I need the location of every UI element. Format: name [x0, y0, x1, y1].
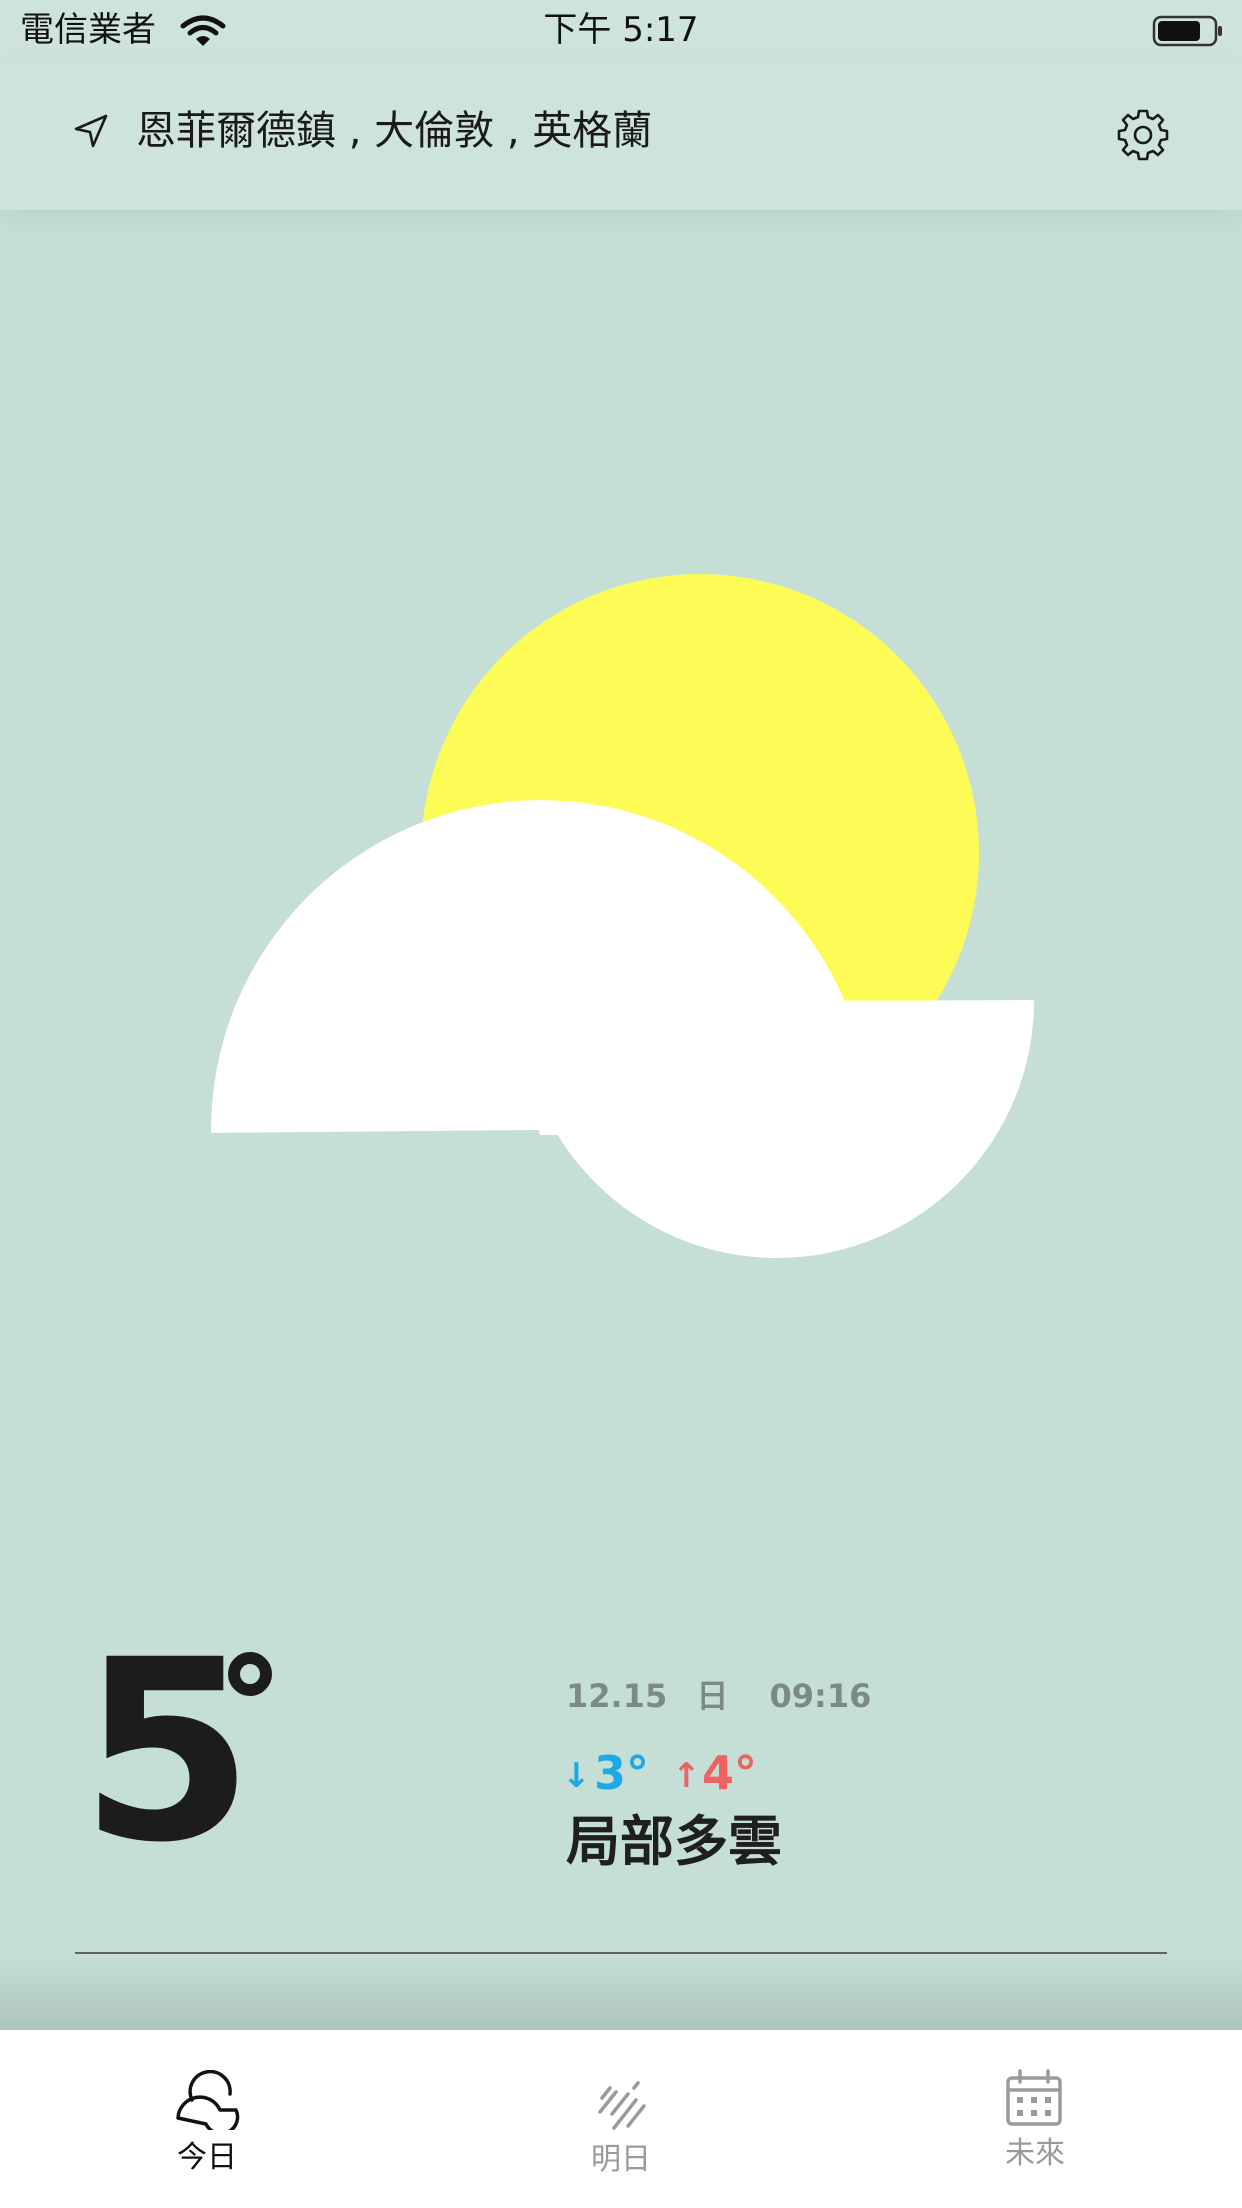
cloud-bridge-shape [520, 1002, 860, 1135]
tab-label-today: 今日 [177, 2140, 237, 2175]
current-temperature: 5 [80, 1606, 254, 1897]
weather-illustration [211, 574, 1035, 1259]
gear-icon [1117, 109, 1169, 161]
low-temperature: 3° [594, 1746, 650, 1800]
status-bar: 電信業者 下午 5:17 [0, 0, 1242, 62]
cloud-sun-icon [176, 2070, 240, 2130]
status-time: 下午 5:17 [543, 10, 699, 50]
high-temperature: 4° [702, 1746, 758, 1800]
update-time: 09:16 [769, 1677, 872, 1715]
location-arrow-icon [74, 114, 108, 148]
date: 12.15 [566, 1677, 668, 1715]
tab-label-future: 未來 [1005, 2136, 1065, 2171]
tab-today[interactable]: 今日 [0, 2030, 414, 2208]
location-name[interactable]: 恩菲爾德鎮 , 大倫敦 , 英格蘭 [136, 106, 652, 156]
tab-future[interactable]: 未來 [828, 2030, 1242, 2208]
settings-button[interactable] [1112, 104, 1174, 166]
weather-condition: 局部多雲 [566, 1810, 782, 1873]
degree-symbol [228, 1652, 272, 1696]
tab-tomorrow[interactable]: 明日 [414, 2030, 828, 2208]
weekday: 日 [696, 1677, 729, 1715]
calendar-icon [1006, 2069, 1062, 2126]
high-arrow-icon: ↑ [672, 1756, 701, 1796]
location-header: 恩菲爾德鎮 , 大倫敦 , 英格蘭 [0, 62, 1242, 210]
tab-label-tomorrow: 明日 [591, 2142, 651, 2177]
rain-icon [598, 2081, 646, 2130]
bottom-shadow [0, 1954, 1242, 2030]
date-time-line: 12.15 日 09:16 [566, 1676, 871, 1716]
tab-bar: 今日 明日 未來 [0, 2030, 1242, 2208]
low-arrow-icon: ↓ [562, 1756, 591, 1796]
battery-icon [1152, 15, 1222, 47]
